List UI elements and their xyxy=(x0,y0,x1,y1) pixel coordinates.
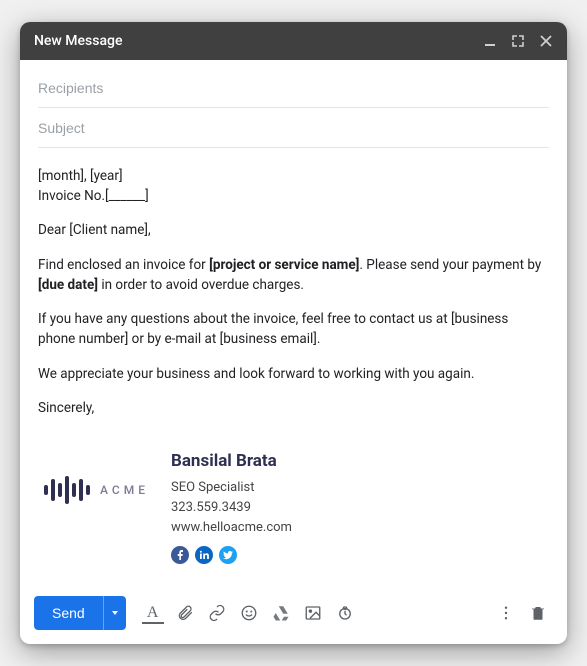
link-icon[interactable] xyxy=(202,598,232,628)
body-signoff: Sincerely, xyxy=(38,398,549,418)
compose-window: New Message [month], [year] Invoice No.[… xyxy=(20,22,567,644)
emoji-icon[interactable] xyxy=(234,598,264,628)
body-paragraph-2: If you have any questions about the invo… xyxy=(38,309,549,350)
image-icon[interactable] xyxy=(298,598,328,628)
twitter-icon[interactable] xyxy=(219,546,237,564)
body-invoice-line: Invoice No.[______] xyxy=(38,186,549,206)
signature-phone: 323.559.3439 xyxy=(171,498,292,518)
linkedin-icon[interactable] xyxy=(195,546,213,564)
recipients-input[interactable] xyxy=(38,80,549,96)
minimize-icon[interactable] xyxy=(483,34,497,48)
logo: ACME xyxy=(38,448,149,504)
message-body[interactable]: [month], [year] Invoice No.[______] Dear… xyxy=(20,148,567,442)
subject-input[interactable] xyxy=(38,120,549,136)
signature-title: SEO Specialist xyxy=(171,478,292,498)
signature-block: ACME Bansilal Brata SEO Specialist 323.5… xyxy=(20,442,567,586)
attach-icon[interactable] xyxy=(170,598,200,628)
header-fields xyxy=(20,60,567,148)
more-options-icon[interactable] xyxy=(491,598,521,628)
subject-field[interactable] xyxy=(38,108,549,148)
social-links xyxy=(171,546,292,564)
send-group: Send xyxy=(34,596,126,630)
recipients-field[interactable] xyxy=(38,68,549,108)
formatting-icon[interactable]: A xyxy=(138,598,168,628)
facebook-icon[interactable] xyxy=(171,546,189,564)
close-icon[interactable] xyxy=(539,34,553,48)
body-paragraph-3: We appreciate your business and look for… xyxy=(38,364,549,384)
titlebar: New Message xyxy=(20,22,567,60)
confidential-icon[interactable] xyxy=(330,598,360,628)
discard-icon[interactable] xyxy=(523,598,553,628)
body-salutation: Dear [Client name], xyxy=(38,220,549,240)
logo-text: ACME xyxy=(100,483,149,497)
compose-toolbar: Send A xyxy=(20,586,567,644)
signature-info: Bansilal Brata SEO Specialist 323.559.34… xyxy=(171,448,292,564)
signature-website: www.helloacme.com xyxy=(171,518,292,538)
window-title: New Message xyxy=(34,33,122,49)
body-date-line: [month], [year] xyxy=(38,166,549,186)
logo-mark-icon xyxy=(44,476,90,504)
send-options-button[interactable] xyxy=(103,596,126,630)
titlebar-actions xyxy=(483,34,553,48)
body-paragraph-1: Find enclosed an invoice for [project or… xyxy=(38,255,549,296)
send-button[interactable]: Send xyxy=(34,596,103,630)
drive-icon[interactable] xyxy=(266,598,296,628)
fullscreen-icon[interactable] xyxy=(511,34,525,48)
signature-name: Bansilal Brata xyxy=(171,448,292,474)
